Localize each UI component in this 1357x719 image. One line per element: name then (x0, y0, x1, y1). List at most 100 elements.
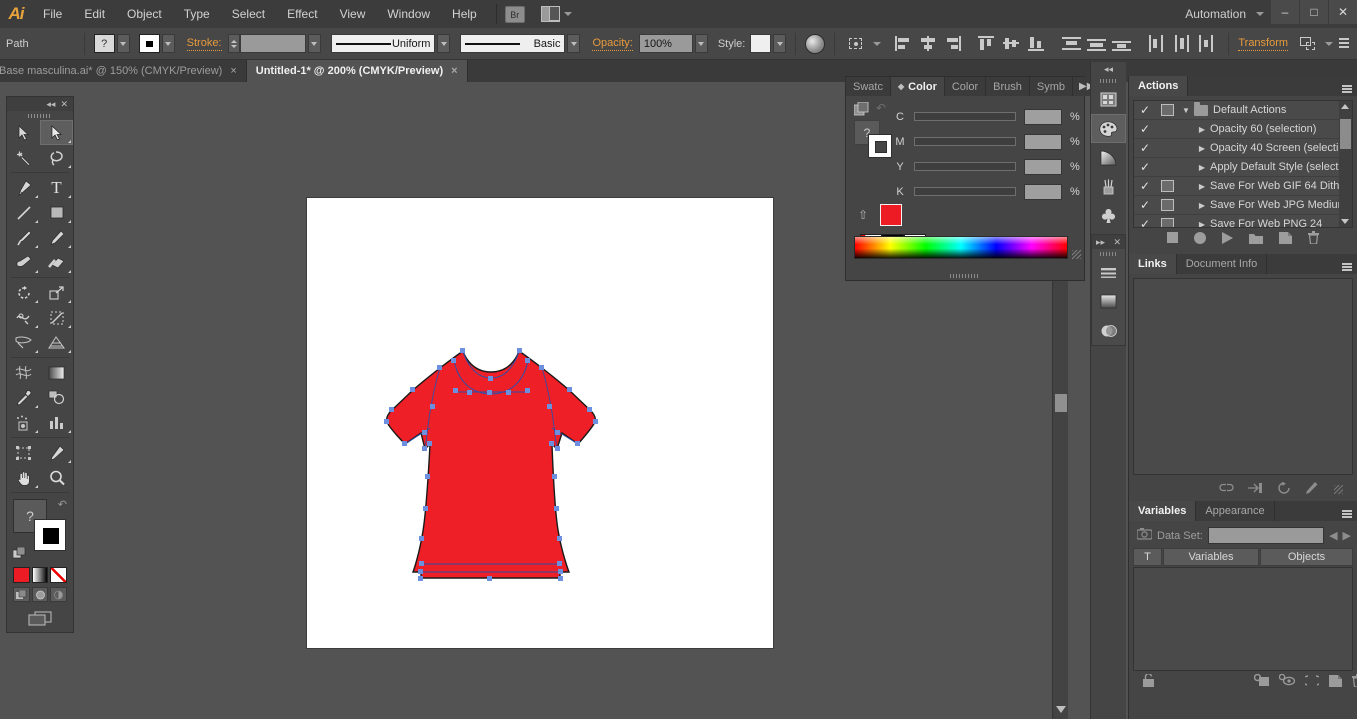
k-value-input[interactable] (1024, 183, 1062, 200)
recolor-artwork-icon[interactable] (805, 33, 826, 54)
delete-icon[interactable] (1308, 231, 1319, 247)
hand-tool[interactable] (7, 465, 40, 490)
stroke-swatch[interactable] (34, 519, 66, 551)
new-action-icon[interactable] (1279, 231, 1292, 247)
resize-grip[interactable] (1334, 484, 1343, 494)
table-row[interactable]: ✓ ▶ Save For Web JPG Medium (1134, 196, 1352, 215)
menu-view[interactable]: View (329, 0, 377, 28)
slice-tool[interactable] (40, 440, 73, 465)
variables-panel-menu-icon[interactable] (1342, 510, 1352, 512)
color-panel-grip[interactable] (846, 271, 1084, 280)
mesh-tool[interactable] (7, 360, 40, 385)
gradient-tool[interactable] (40, 360, 73, 385)
edit-original-icon[interactable] (1305, 481, 1318, 497)
align-left-icon[interactable] (894, 35, 913, 52)
variables-list[interactable] (1133, 567, 1353, 671)
resize-grip[interactable] (1072, 250, 1081, 259)
play-icon[interactable] (1222, 231, 1233, 247)
scroll-down-icon[interactable] (1056, 706, 1066, 713)
scrollbar-thumb[interactable] (1340, 119, 1351, 149)
eyedropper-tool[interactable] (7, 385, 40, 410)
document-tab-base-masculina[interactable]: Base masculina.ai* @ 150% (CMYK/Preview)… (0, 60, 247, 82)
goto-link-icon[interactable] (1248, 482, 1263, 497)
align-right-icon[interactable] (944, 35, 963, 52)
type-tool[interactable]: T (40, 175, 73, 200)
distribute-top-icon[interactable] (1062, 35, 1082, 52)
menu-help[interactable]: Help (441, 0, 488, 28)
expand-icon[interactable]: ▶ (1194, 220, 1210, 228)
gradient-icon[interactable] (1091, 143, 1126, 172)
bridge-icon[interactable]: Br (504, 5, 525, 23)
unlock-icon[interactable] (1143, 673, 1154, 690)
toggle-dialog-icon[interactable] (1156, 180, 1178, 192)
paintbrush-tool[interactable] (7, 225, 40, 250)
selection-tool[interactable] (7, 120, 40, 145)
menu-type[interactable]: Type (173, 0, 221, 28)
opacity-dropdown[interactable] (694, 34, 708, 53)
color-palette-icon[interactable] (1091, 114, 1126, 143)
close-icon[interactable]: ✕ (60, 99, 68, 110)
gradient-panel-icon[interactable] (1092, 287, 1125, 316)
m-value-input[interactable] (1024, 133, 1062, 150)
screen-mode-button[interactable] (7, 606, 73, 632)
stroke-dropdown[interactable] (161, 34, 175, 53)
record-icon[interactable] (1194, 231, 1206, 247)
close-icon[interactable]: × (451, 65, 457, 77)
actions-scrollbar[interactable] (1339, 101, 1352, 227)
toggle-dialog-icon[interactable] (1156, 199, 1178, 211)
color-spectrum-ramp[interactable] (854, 236, 1068, 259)
new-variable-icon[interactable] (1329, 674, 1342, 690)
color-swatch[interactable] (13, 567, 30, 583)
table-row[interactable]: ✓ ▶ Opacity 40 Screen (selecti... (1134, 139, 1352, 158)
delete-variable-icon[interactable] (1352, 674, 1357, 690)
column-header-type[interactable]: T (1133, 548, 1162, 566)
expand-icon[interactable]: ▶ (1194, 182, 1210, 191)
distribute-center-vertical-icon[interactable] (1172, 35, 1191, 52)
tab-document-info[interactable]: Document Info (1176, 254, 1268, 274)
tab-symbols[interactable]: Symb (1029, 77, 1074, 96)
table-row[interactable]: ✓ ▶ Save For Web GIF 64 Dith... (1134, 177, 1352, 196)
out-of-gamut-icon[interactable]: ⇧ (858, 208, 868, 222)
links-list[interactable] (1133, 278, 1353, 475)
chevron-down-icon[interactable] (873, 41, 882, 46)
blob-brush-tool[interactable] (7, 250, 40, 275)
align-top-icon[interactable] (977, 35, 996, 52)
menu-window[interactable]: Window (376, 0, 441, 28)
distribute-right-icon[interactable] (1197, 35, 1216, 52)
expand-icon[interactable]: ▶ (1194, 163, 1210, 172)
table-row[interactable]: ✓ ▶ Opacity 60 (selection) (1134, 120, 1352, 139)
scale-tool[interactable] (40, 280, 73, 305)
column-header-variables[interactable]: Variables (1163, 548, 1259, 566)
revert-icon[interactable]: ↶ (876, 101, 886, 115)
default-fill-stroke-icon[interactable] (12, 546, 27, 561)
swap-fill-stroke-icon[interactable]: ↶ (58, 498, 67, 511)
new-set-icon[interactable] (1249, 232, 1263, 247)
graphic-style-dropdown[interactable] (773, 34, 787, 53)
align-bottom-icon[interactable] (1027, 35, 1046, 52)
width-tool[interactable] (7, 305, 40, 330)
gradient-swatch[interactable] (31, 567, 49, 583)
toggle-item-icon[interactable]: ✓ (1134, 198, 1156, 212)
distribute-center-icon[interactable] (1087, 35, 1107, 52)
align-center-horizontal-icon[interactable] (919, 35, 938, 52)
align-middle-icon[interactable] (1002, 35, 1021, 52)
close-icon[interactable]: × (230, 65, 236, 77)
maximize-button[interactable]: □ (1300, 0, 1328, 24)
tab-brushes[interactable]: Brush (986, 77, 1030, 96)
select-similar-icon[interactable] (847, 35, 866, 52)
document-tab-untitled-1[interactable]: Untitled-1* @ 200% (CMYK/Preview) × (246, 60, 468, 82)
brush-definition-select[interactable]: Basic (460, 34, 566, 53)
scroll-down-icon[interactable] (1341, 219, 1349, 224)
stroke-weight-stepper[interactable] (227, 34, 240, 53)
direct-selection-tool[interactable] (40, 120, 73, 145)
tab-color[interactable]: ◆ Color (890, 77, 945, 96)
y-value-input[interactable] (1024, 158, 1062, 175)
shape-builder-tool[interactable] (7, 330, 40, 355)
arrange-documents-button[interactable] (540, 6, 572, 22)
toggle-dialog-icon[interactable] (1156, 218, 1178, 227)
actions-list[interactable]: ✓ ▼ Default Actions ✓ ▶ Opacity 60 (sele… (1133, 100, 1353, 228)
close-icon[interactable]: ✕ (1113, 237, 1121, 248)
brushes-icon[interactable] (1091, 172, 1126, 201)
menu-edit[interactable]: Edit (73, 0, 116, 28)
perspective-grid-tool[interactable] (40, 330, 73, 355)
